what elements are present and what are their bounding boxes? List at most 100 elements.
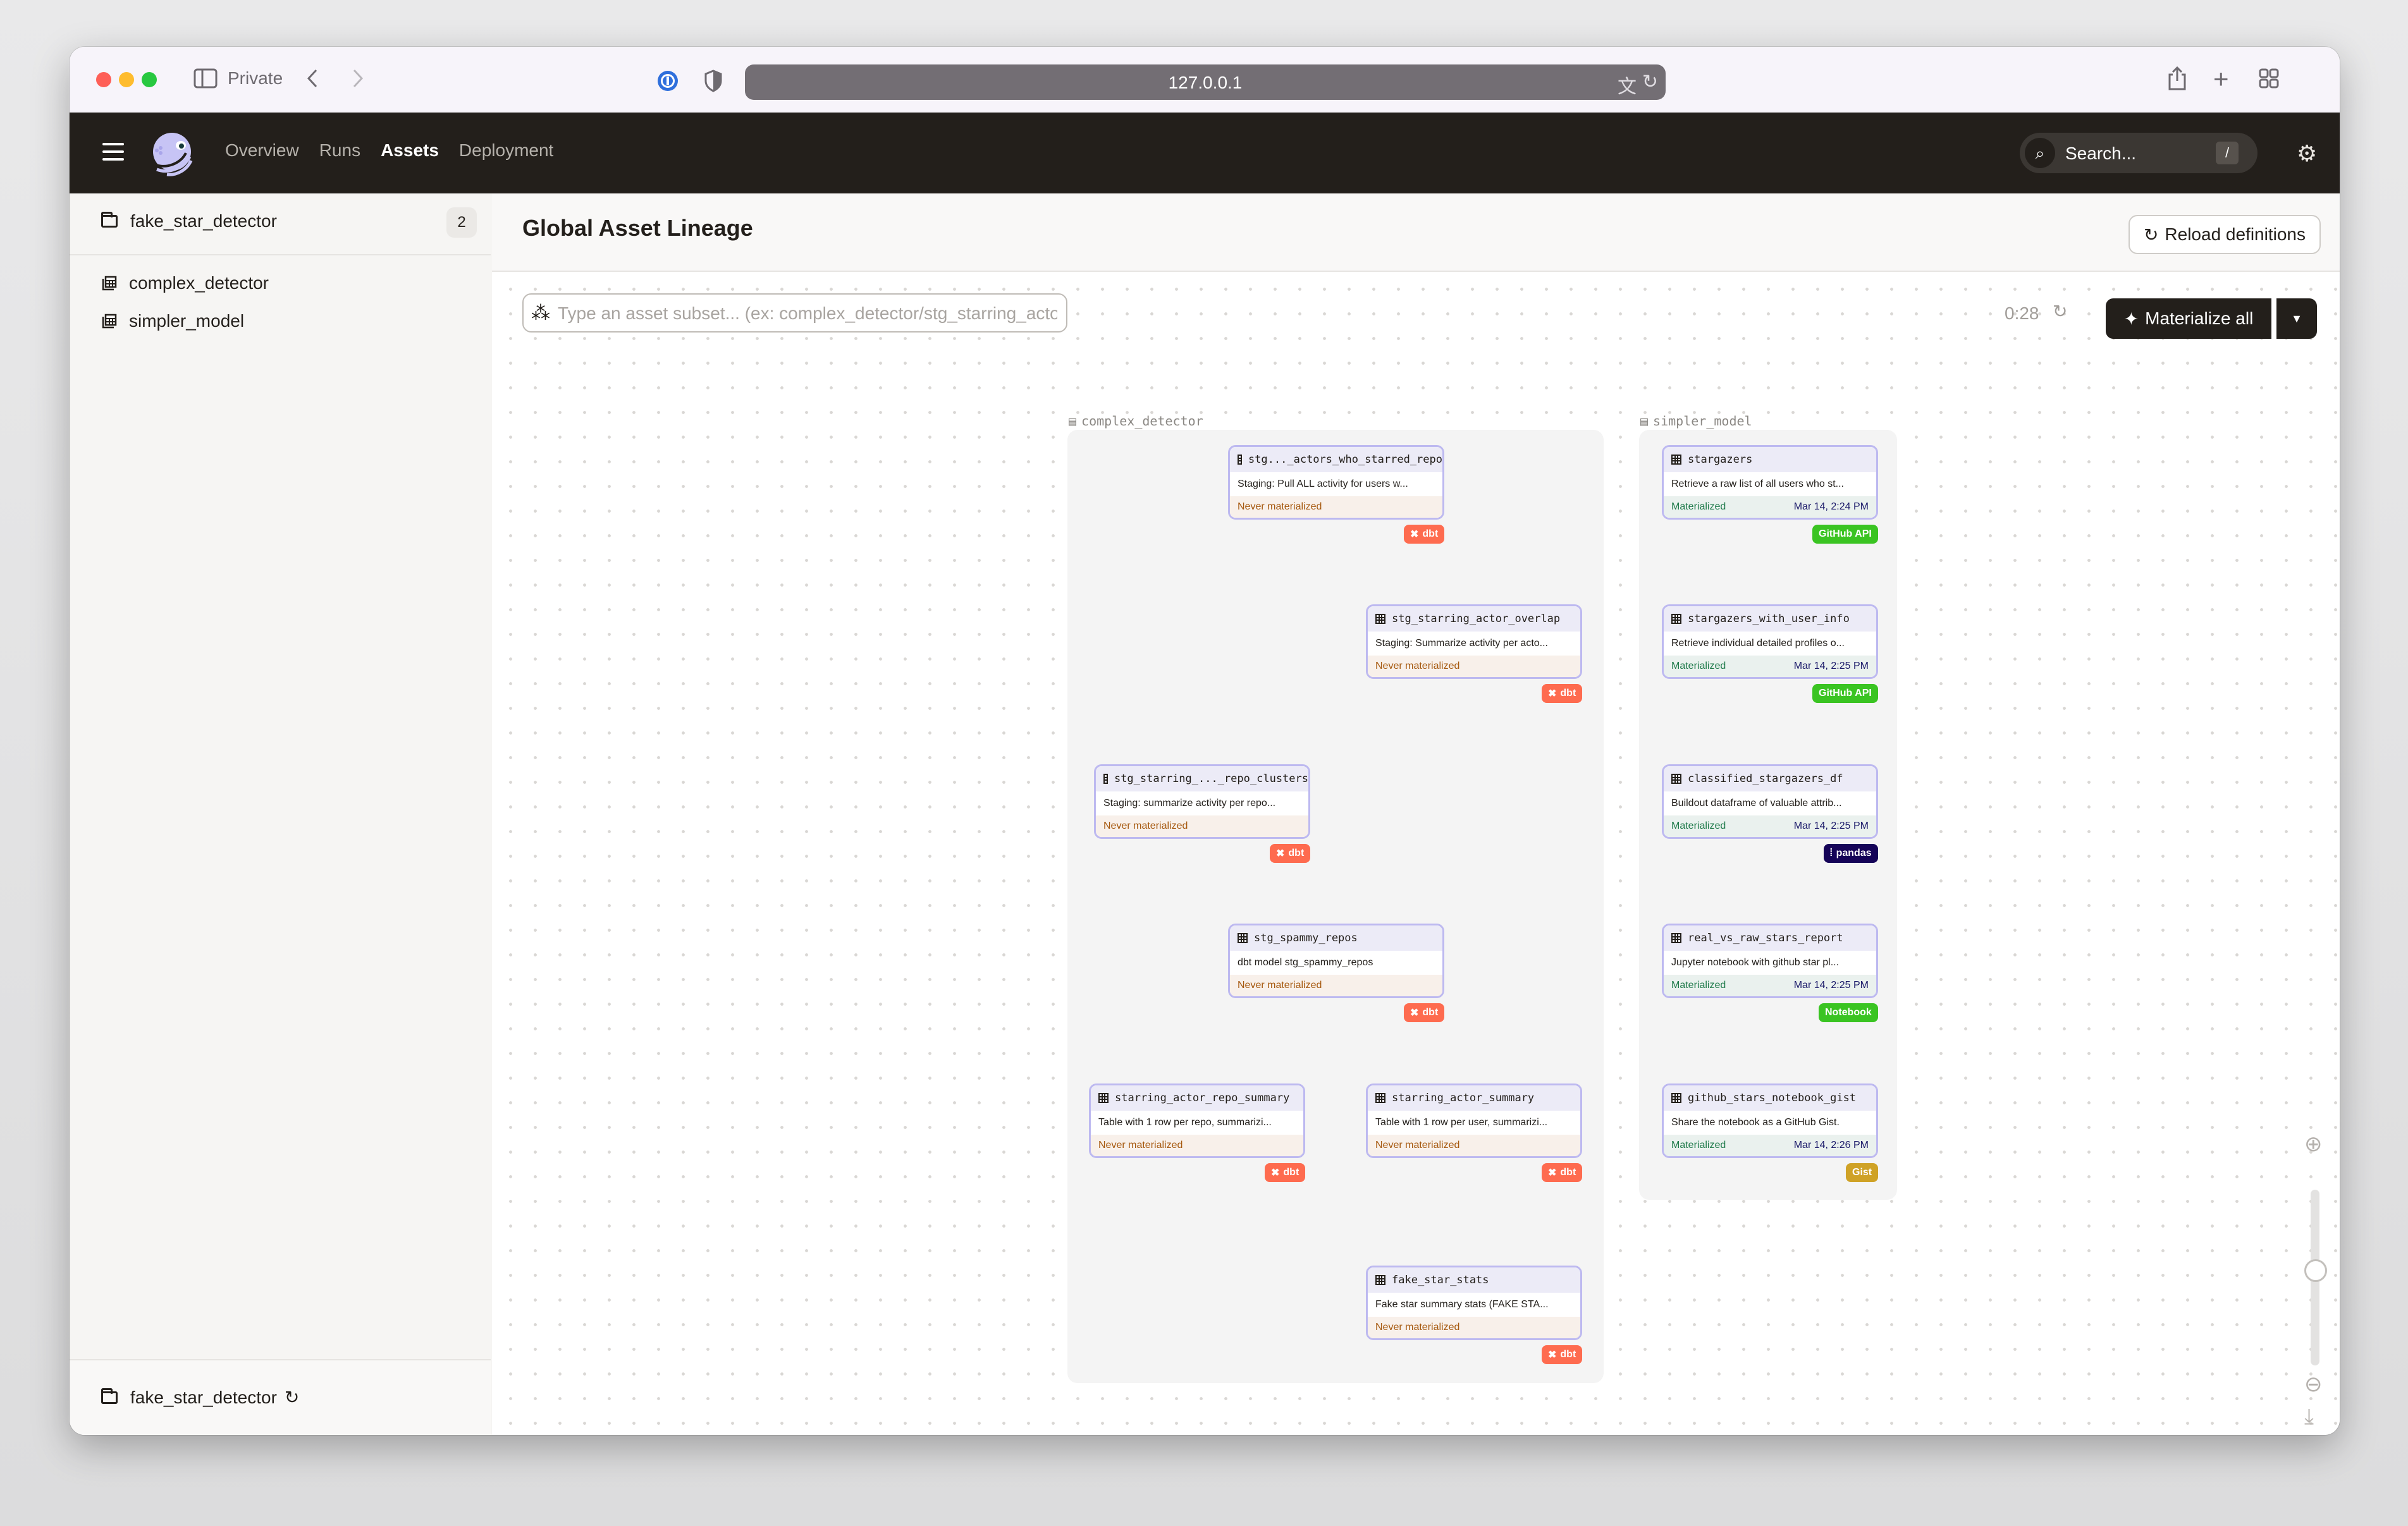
asset-node-header: stargazers_with_user_info [1664,606,1876,632]
asset-status-row: Materialized Mar 14, 2:25 PM [1664,975,1876,996]
compute-kind-label: GitHub API [1819,688,1872,699]
refresh-countdown: 0:28 [2005,303,2039,323]
refresh-now-icon[interactable]: ↻ [2053,301,2067,322]
compute-kind-tag: ✖ dbt [1404,525,1445,544]
asset-description: dbt model stg_spammy_repos [1238,957,1373,968]
reload-location-icon[interactable]: ↻ [285,1387,299,1408]
nav-assets[interactable]: Assets [381,140,439,161]
repository-count-badge: 2 [446,207,477,238]
materialization-timestamp: Mar 14, 2:25 PM [1793,821,1869,831]
download-graph-icon[interactable]: ⤓ [2304,1405,2314,1429]
table-icon [1375,614,1385,624]
folder-icon [101,212,118,228]
asset-node-actor-summary[interactable]: starring_actor_summary Table with 1 row p… [1366,1083,1582,1158]
asset-node-stargazers[interactable]: stargazers Retrieve a raw list of all use… [1662,445,1878,520]
materialization-timestamp: Mar 14, 2:24 PM [1793,501,1869,512]
maximize-window-button[interactable] [142,72,157,87]
asset-node-classified[interactable]: classified_stargazers_df Buildout datafra… [1662,764,1878,839]
location-header[interactable]: fake_star_detector 2 [70,193,491,255]
materialization-timestamp: Mar 14, 2:25 PM [1793,980,1869,991]
asset-node-stg-clusters[interactable]: stg_starring_..._repo_clusters Staging: s… [1094,764,1310,839]
asset-description: Table with 1 row per repo, summarizi... [1098,1117,1272,1128]
materialize-all-button[interactable]: ✦ Materialize all [2106,298,2271,339]
nav-overview[interactable]: Overview [225,140,299,161]
asset-node-with-info[interactable]: stargazers_with_user_info Retrieve indivi… [1662,604,1878,679]
asset-node-header: starring_actor_summary [1368,1085,1580,1111]
asset-status-row: Never materialized [1230,496,1442,518]
asset-node-stg-spammy[interactable]: stg_spammy_repos dbt model stg_spammy_rep… [1228,924,1444,998]
repository-name: simpler_model [129,311,245,331]
address-bar[interactable]: 127.0.0.1 文 ↻ [745,64,1666,100]
tab-overview-icon[interactable] [2259,68,2279,92]
asset-description: Jupyter notebook with github star pl... [1671,957,1840,968]
compute-kind-label: dbt [1283,1167,1299,1178]
asset-status-row: Never materialized [1096,815,1308,837]
compute-kind-label: dbt [1288,848,1305,858]
settings-gear-icon[interactable]: ⚙ [2297,140,2317,167]
dagster-logo-icon[interactable] [148,130,196,178]
compute-kind-tag: ✖ dbt [1542,1345,1583,1364]
materialization-status: Never materialized [1238,501,1322,512]
translate-icon[interactable]: 文 [1618,71,1637,99]
zoom-slider-handle[interactable] [2304,1259,2327,1282]
forward-icon[interactable] [352,68,364,92]
compute-kind-label: dbt [1560,1349,1576,1360]
asset-description: Staging: Pull ALL activity for users w..… [1238,479,1408,489]
asset-subset-input[interactable] [556,301,1059,326]
new-tab-icon[interactable]: + [2213,66,2229,92]
asset-name: starring_actor_summary [1392,1092,1535,1104]
nav-deployment[interactable]: Deployment [459,140,553,161]
asset-graph-canvas[interactable]: ⁂ 0:28 ↻ ✦ Materialize all ▼ ▤ complex_d… [492,272,2340,1435]
asset-node-header: stg_starring_actor_overlap [1368,606,1580,632]
reload-definitions-button[interactable]: ↻ Reload definitions [2128,215,2321,254]
asset-description: Table with 1 row per user, summarizi... [1375,1117,1548,1128]
asset-node-report[interactable]: real_vs_raw_stars_report Jupyter notebook… [1662,924,1878,998]
asset-name: stg_starring_..._repo_clusters [1114,772,1308,785]
asset-node-fake-stats[interactable]: fake_star_stats Fake star summary stats (… [1366,1266,1582,1340]
password-manager-icon[interactable] [656,70,679,96]
search-icon: ⌕ [2025,138,2055,168]
compute-kind-tag: Gist [1846,1163,1879,1182]
caret-down-icon: ▼ [2291,312,2302,325]
dbt-icon: ✖ [1548,1168,1557,1178]
top-nav: Overview Runs Assets Deployment [225,140,553,161]
sidebar-toggle-icon[interactable] [194,68,218,92]
footer-location[interactable]: fake_star_detector ↻ [101,1387,299,1408]
asset-node-stg-actors[interactable]: stg..._actors_who_starred_repo Staging: P… [1228,445,1444,520]
back-icon[interactable] [306,68,319,92]
nav-runs[interactable]: Runs [319,140,360,161]
zoom-in-icon[interactable]: ⊕ [2304,1132,2323,1157]
asset-description: Buildout dataframe of valuable attrib... [1671,798,1842,809]
menu-icon[interactable] [102,143,124,161]
asset-node-gist[interactable]: github_stars_notebook_gist Share the note… [1662,1083,1878,1158]
compute-kind-label: dbt [1422,528,1439,539]
dbt-icon: ✖ [1548,688,1557,699]
materialization-status: Materialized [1671,980,1726,991]
materialization-status: Materialized [1671,821,1726,831]
materialization-status: Never materialized [1098,1140,1183,1151]
sidebar-item-complex-detector[interactable]: complex_detector [101,273,269,293]
group-label-complex-detector[interactable]: ▤ complex_detector [1069,413,1203,429]
privacy-shield-icon[interactable] [704,70,722,96]
materialization-status: Never materialized [1238,980,1322,991]
minimize-window-button[interactable] [119,72,134,87]
asset-name: stargazers [1688,453,1753,466]
asset-status-row: Never materialized [1368,1317,1580,1338]
share-icon[interactable] [2168,66,2187,95]
zoom-out-icon[interactable]: ⊖ [2304,1372,2323,1397]
close-window-button[interactable] [96,72,111,87]
asset-node-repo-summary[interactable]: starring_actor_repo_summary Table with 1 … [1089,1083,1305,1158]
group-label-simpler-model[interactable]: ▤ simpler_model [1640,413,1752,429]
asset-selection-icon: ⁂ [531,303,550,324]
materialization-timestamp: Mar 14, 2:25 PM [1793,661,1869,671]
sidebar-item-simpler-model[interactable]: simpler_model [101,311,244,331]
asset-node-stg-overlap[interactable]: stg_starring_actor_overlap Staging: Summa… [1366,604,1582,679]
search-input[interactable]: ⌕ Search... / [2020,133,2258,173]
asset-name: github_stars_notebook_gist [1688,1092,1857,1104]
materialize-options-dropdown[interactable]: ▼ [2276,298,2317,339]
materialize-all-label: Materialize all [2145,308,2254,328]
reload-page-icon[interactable]: ↻ [1642,71,1658,93]
materialization-status: Materialized [1671,1140,1726,1151]
asset-node-header: real_vs_raw_stars_report [1664,925,1876,951]
asset-status-row: Materialized Mar 14, 2:25 PM [1664,815,1876,837]
